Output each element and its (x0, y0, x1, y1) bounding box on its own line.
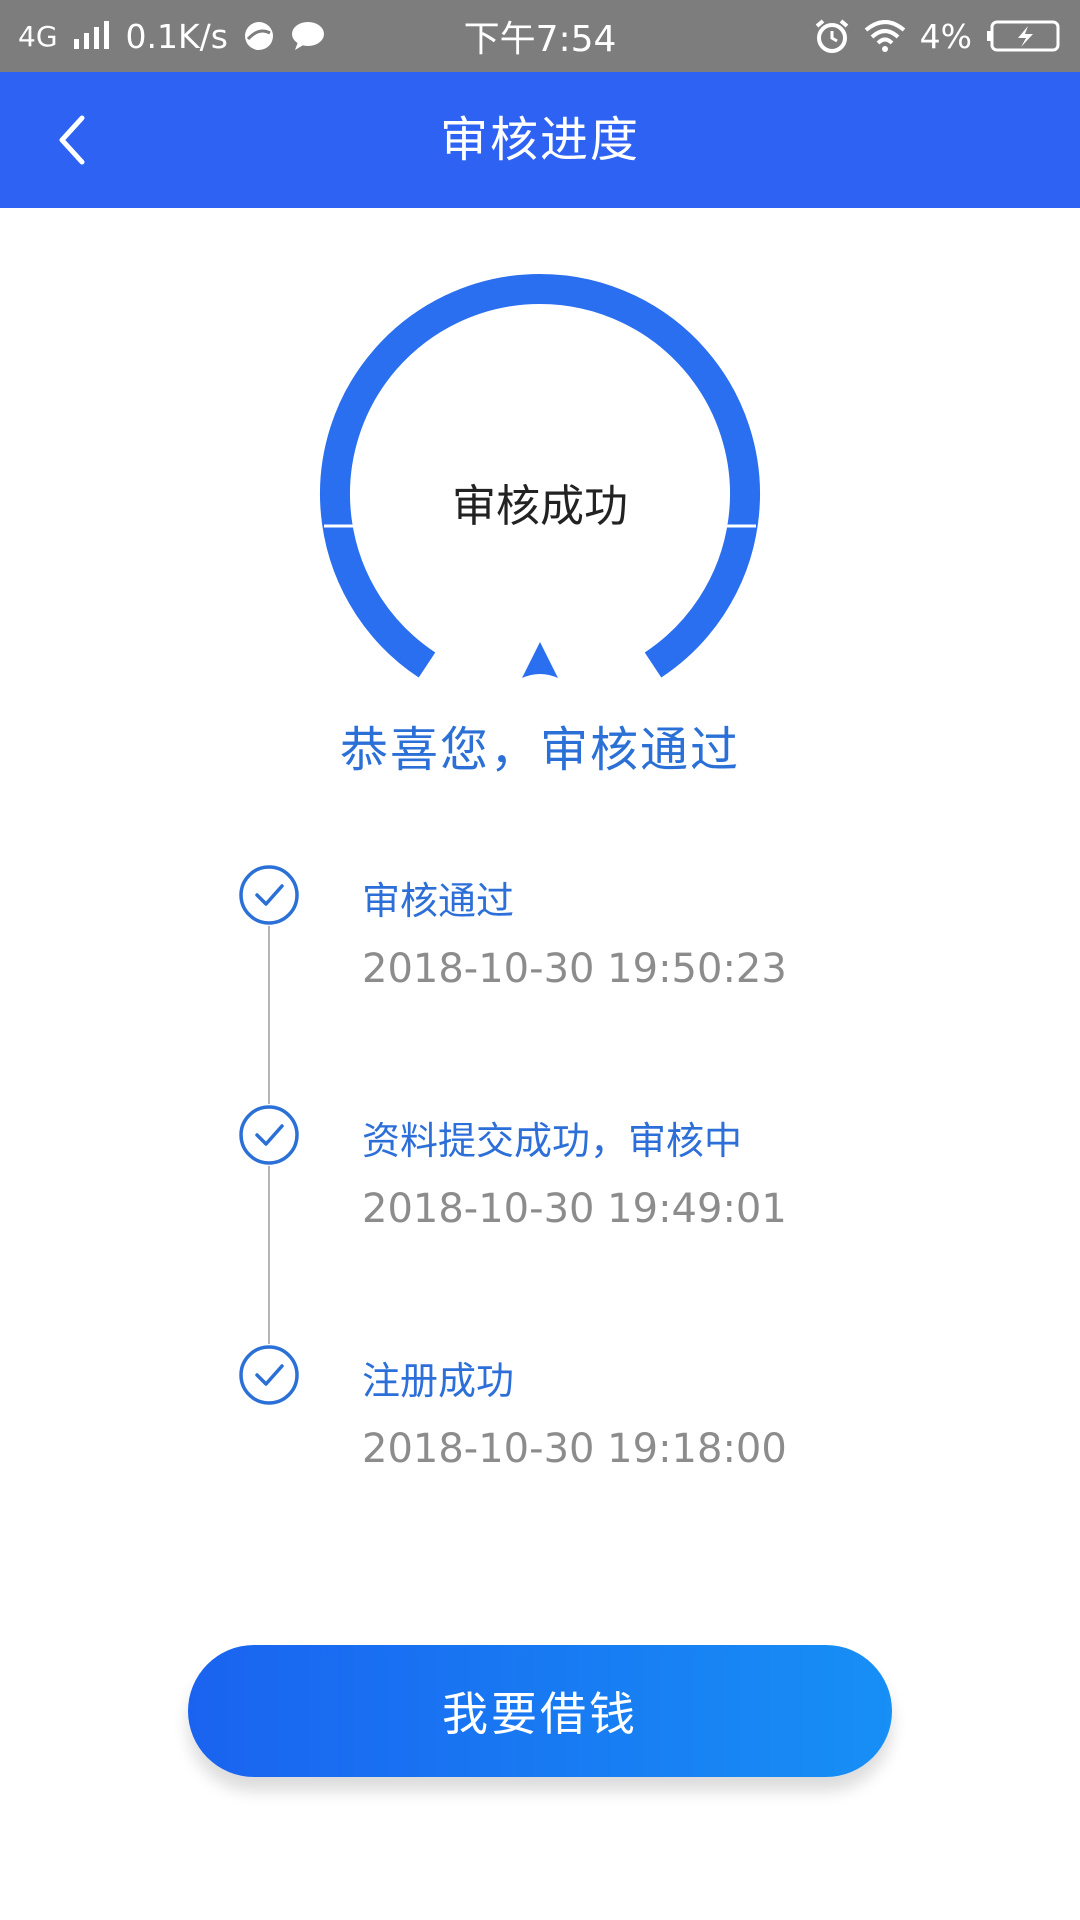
timeline-item: 注册成功 2018-10-30 19:18:00 (0, 1340, 1080, 1500)
page-title: 审核进度 (439, 112, 640, 168)
signal-icon (73, 21, 109, 49)
gauge-pointer (522, 642, 558, 678)
battery-charging-icon (987, 20, 1060, 52)
network-speed: 0.1K/s (125, 16, 228, 56)
status-left: 4G 0.1K/s (18, 17, 326, 56)
network-type: 4G (18, 19, 58, 53)
approval-message: 恭喜您，审核通过 (339, 722, 740, 778)
status-bar: 4G 0.1K/s 下午7:54 4% (0, 0, 1080, 72)
status-right: 4% (814, 17, 1062, 56)
timeline-time: 2018-10-30 19:18:00 (362, 1426, 787, 1472)
alarm-icon (815, 19, 848, 53)
timeline-title: 注册成功 (362, 1359, 515, 1403)
message-icon (291, 22, 324, 50)
timeline-title: 审核通过 (362, 879, 515, 923)
borrow-money-button[interactable]: 我要借钱 (188, 1645, 892, 1777)
gauge-status-label: 审核成功 (452, 481, 628, 532)
check-circle-icon (238, 1104, 300, 1166)
check-circle-icon (238, 864, 300, 926)
wifi-icon (864, 20, 905, 52)
timeline-time: 2018-10-30 19:49:01 (362, 1186, 787, 1232)
battery-percent: 4% (919, 16, 972, 56)
timeline-title: 资料提交成功，审核中 (362, 1119, 743, 1163)
timeline-item: 资料提交成功，审核中 2018-10-30 19:49:01 (0, 1100, 1080, 1260)
review-timeline: 审核通过 2018-10-30 19:50:23 资料提交成功，审核中 2018… (0, 860, 1080, 1500)
timeline-item: 审核通过 2018-10-30 19:50:23 (0, 860, 1080, 1020)
nav-bar: 审核进度 (0, 72, 1080, 208)
app-notification-icon (244, 22, 273, 50)
check-circle-icon (238, 1344, 300, 1406)
timeline-time: 2018-10-30 19:50:23 (362, 946, 787, 992)
